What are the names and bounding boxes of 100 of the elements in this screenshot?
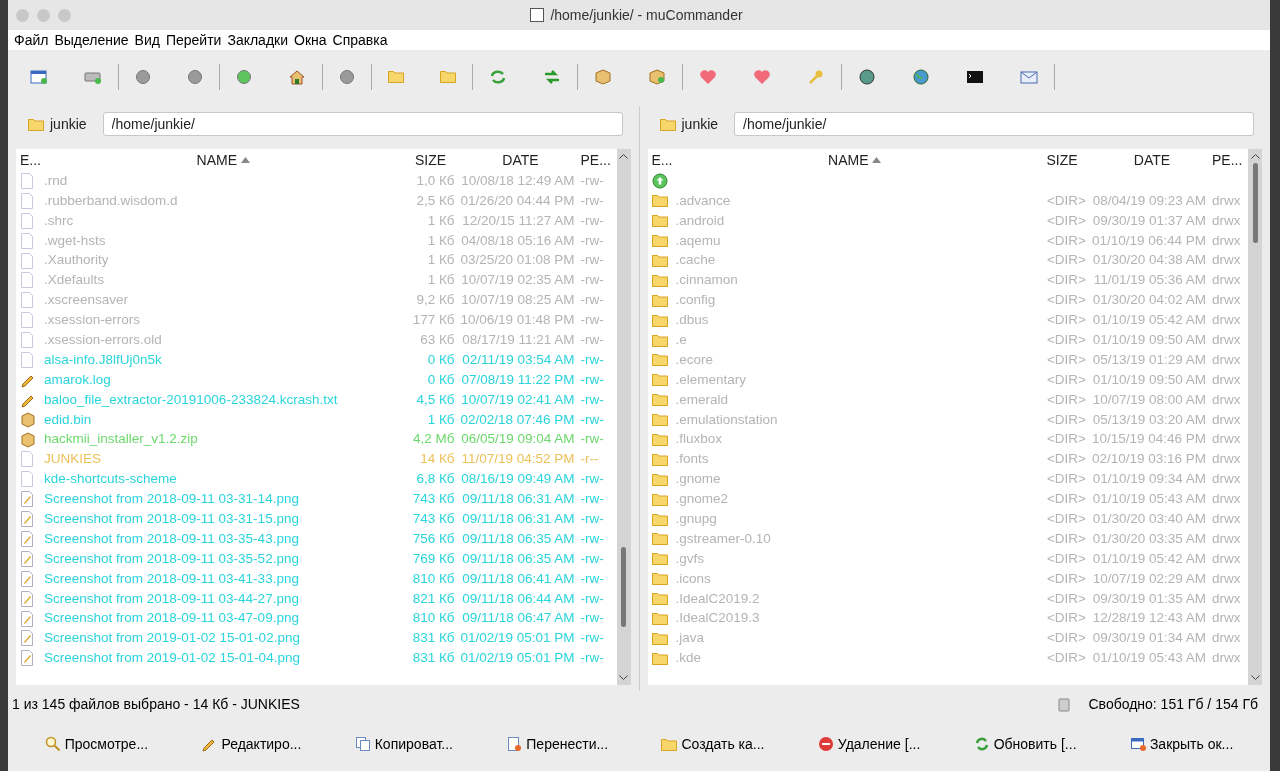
file-size: <DIR>: [1045, 649, 1086, 668]
column-header[interactable]: PE...: [580, 149, 617, 171]
menu-item[interactable]: Перейти: [165, 29, 222, 51]
column-header[interactable]: NAME: [677, 149, 1032, 171]
file-row[interactable]: .kde <DIR> 01/10/19 05:43 AM drwx: [647, 648, 1248, 669]
file-row[interactable]: .config <DIR> 01/30/20 04:02 AM drwx: [647, 290, 1248, 311]
email-icon[interactable]: [1020, 68, 1038, 85]
file-row[interactable]: .gstreamer-0.10 <DIR> 01/30/20 03:35 AM drwx: [647, 529, 1248, 549]
column-header[interactable]: DATE: [460, 149, 581, 171]
column-header[interactable]: E...: [647, 149, 678, 171]
terminal-icon[interactable]: [966, 68, 984, 85]
globe-icon[interactable]: [912, 68, 930, 85]
new-window-icon[interactable]: [30, 68, 48, 85]
home-icon[interactable]: [288, 68, 306, 85]
menu-item[interactable]: Файл: [14, 29, 49, 51]
refresh-icon[interactable]: [489, 68, 507, 85]
package-icon[interactable]: [594, 68, 612, 85]
file-row[interactable]: hackmii_installer_v1.2.zip 4,2 Мб 06/05/19 09:04 AM -rw-: [16, 429, 617, 450]
file-row[interactable]: .IdealC2019.2 <DIR> 09/30/19 01:35 AM drwx: [647, 588, 1248, 609]
path-field[interactable]: /home/junkie/: [734, 112, 1254, 136]
command-button[interactable]: Обновить [...: [965, 729, 1085, 759]
column-header[interactable]: DATE: [1092, 149, 1212, 171]
file-row[interactable]: .icons <DIR> 10/07/19 02:29 AM drwx: [647, 568, 1248, 589]
file-row[interactable]: .emulationstation <DIR> 05/13/19 03:20 AM drwx: [647, 409, 1248, 430]
scrollbar[interactable]: [1248, 149, 1262, 685]
column-header[interactable]: NAME: [46, 149, 401, 171]
command-button[interactable]: Перенести...: [498, 729, 617, 759]
heart-icon[interactable]: [753, 68, 771, 85]
file-row[interactable]: baloo_file_extractor-20191006-233824.kcrash.txt 4,5 Кб 10/07/19 02:41 AM -rw-: [16, 389, 617, 410]
folder-button[interactable]: junkie: [655, 113, 723, 135]
circle-icon[interactable]: [339, 68, 355, 85]
path-field[interactable]: /home/junkie/: [102, 112, 623, 136]
file-row[interactable]: .shrc 1 Кб 12/20/15 11:27 AM -rw-: [16, 210, 617, 231]
file-row[interactable]: .elementary <DIR> 01/10/19 09:50 AM drwx: [647, 369, 1248, 390]
menu-item[interactable]: Вид: [134, 29, 160, 51]
file-row[interactable]: .advance <DIR> 08/04/19 09:23 AM drwx: [647, 190, 1248, 211]
command-button[interactable]: Просмотре...: [36, 729, 157, 759]
file-row[interactable]: .android <DIR> 09/30/19 01:37 AM drwx: [647, 210, 1248, 231]
menu-item[interactable]: Окна: [294, 29, 327, 51]
file-row[interactable]: Screenshot from 2018-09-11 03-41-33.png 810 Кб 09/11/18 06:41 AM -rw-: [16, 568, 617, 589]
file-row[interactable]: .Xdefaults 1 Кб 10/07/19 02:35 AM -rw-: [16, 270, 617, 291]
file-row[interactable]: .java <DIR> 09/30/19 01:34 AM drwx: [647, 628, 1248, 649]
column-header[interactable]: SIZE: [1032, 149, 1092, 171]
file-row[interactable]: Screenshot from 2018-09-11 03-47-09.png 810 Кб 09/11/18 06:47 AM -rw-: [16, 608, 617, 629]
file-row[interactable]: .gnome2 <DIR> 01/10/19 05:43 AM drwx: [647, 489, 1248, 510]
file-row[interactable]: .aqemu <DIR> 01/10/19 06:44 PM drwx: [647, 230, 1248, 251]
scroll-down-icon[interactable]: [619, 675, 628, 681]
menu-item[interactable]: Закладки: [227, 29, 288, 51]
file-name: kde-shortcuts-scheme: [44, 470, 178, 489]
file-row[interactable]: .cache <DIR> 01/30/20 04:38 AM drwx: [647, 250, 1248, 271]
file-row[interactable]: .rnd 1,0 Кб 10/08/18 12:49 AM -rw-: [16, 171, 617, 191]
file-row[interactable]: .xscreensaver 9,2 Кб 10/07/19 08:25 AM -rw-: [16, 290, 617, 311]
command-button[interactable]: Копироват...: [346, 729, 461, 759]
file-row[interactable]: .wget-hsts 1 Кб 04/08/18 05:16 AM -rw-: [16, 230, 617, 251]
file-row[interactable]: .gnome <DIR> 01/10/19 09:34 AM drwx: [647, 469, 1248, 490]
command-button[interactable]: Закрыть ок...: [1121, 729, 1242, 759]
file-row[interactable]: Screenshot from 2018-09-11 03-31-15.png 743 Кб 09/11/18 06:31 AM -rw-: [16, 509, 617, 530]
column-header[interactable]: SIZE: [400, 149, 461, 171]
file-row[interactable]: .rubberband.wisdom.d 2,5 Кб 01/26/20 04:44 PM -rw-: [16, 190, 617, 211]
file-row[interactable]: kde-shortcuts-scheme 6,8 Кб 08/16/19 09:49 AM -rw-: [16, 469, 617, 490]
file-row[interactable]: .fluxbox <DIR> 10/15/19 04:46 PM drwx: [647, 429, 1248, 450]
heart-icon[interactable]: [699, 68, 717, 85]
file-row[interactable]: .IdealC2019.3 <DIR> 12/28/19 12:43 AM drwx: [647, 608, 1248, 629]
file-row[interactable]: alsa-info.J8lfUj0n5k 0 Кб 02/11/19 03:54 AM -rw-: [16, 350, 617, 370]
file-row[interactable]: .dbus <DIR> 01/10/19 05:42 AM drwx: [647, 310, 1248, 331]
file-row[interactable]: Screenshot from 2019-01-02 15-01-02.png 831 Кб 01/02/19 05:01 PM -rw-: [16, 628, 617, 649]
file-row[interactable]: Screenshot from 2018-09-11 03-31-14.png 743 Кб 09/11/18 06:31 AM -rw-: [16, 489, 617, 510]
file-row[interactable]: Screenshot from 2018-09-11 03-44-27.png 821 Кб 09/11/18 06:44 AM -rw-: [16, 588, 617, 609]
file-row[interactable]: .gnupg <DIR> 01/30/20 03:40 AM drwx: [647, 509, 1248, 530]
file-row[interactable]: Screenshot from 2018-09-11 03-35-43.png 756 Кб 09/11/18 06:35 AM -rw-: [16, 529, 617, 549]
command-button[interactable]: Удаление [...: [809, 729, 929, 759]
scroll-down-icon[interactable]: [1250, 675, 1260, 681]
file-row[interactable]: JUNKIES 14 Кб 11/07/19 04:52 PM -r--: [16, 449, 617, 470]
command-button[interactable]: Редактиро...: [193, 729, 310, 759]
folder-button[interactable]: junkie: [24, 113, 91, 135]
file-row[interactable]: edid.bin 1 Кб 02/02/18 07:46 PM -rw-: [16, 409, 617, 430]
circle-icon[interactable]: [135, 68, 151, 85]
file-row[interactable]: .xsession-errors 177 Кб 10/06/19 01:48 PM -rw-: [16, 310, 617, 331]
column-header[interactable]: E...: [16, 149, 46, 171]
scroll-up-icon[interactable]: [1250, 153, 1260, 159]
file-row[interactable]: .Xauthority 1 Кб 03/25/20 01:08 PM -rw-: [16, 250, 617, 271]
file-row[interactable]: .e <DIR> 01/10/19 09:50 AM drwx: [647, 330, 1248, 350]
menu-item[interactable]: Справка: [332, 29, 388, 51]
column-header[interactable]: PE...: [1212, 149, 1248, 171]
file-row[interactable]: .xsession-errors.old 63 Кб 08/17/19 11:21 AM -rw-: [16, 330, 617, 350]
scroll-up-icon[interactable]: [619, 153, 628, 159]
file-row[interactable]: amarok.log 0 Кб 07/08/19 11:22 PM -rw-: [16, 369, 617, 390]
file-row[interactable]: .fonts <DIR> 02/10/19 03:16 PM drwx: [647, 449, 1248, 470]
file-row[interactable]: Screenshot from 2019-01-02 15-01-04.png 831 Кб 01/02/19 05:01 PM -rw-: [16, 648, 617, 669]
package-icon[interactable]: [648, 68, 666, 85]
file-row[interactable]: .cinnamon <DIR> 11/01/19 05:36 AM drwx: [647, 270, 1248, 291]
file-row[interactable]: .gvfs <DIR> 01/10/19 05:42 AM drwx: [647, 548, 1248, 569]
file-row[interactable]: .emerald <DIR> 10/07/19 08:00 AM drwx: [647, 389, 1248, 410]
drive-icon[interactable]: [84, 69, 102, 84]
swap-icon[interactable]: [543, 68, 561, 85]
circle-icon[interactable]: [187, 68, 203, 85]
command-button[interactable]: Создать ка...: [653, 729, 773, 759]
menu-item[interactable]: Выделение: [54, 29, 129, 51]
file-row[interactable]: Screenshot from 2018-09-11 03-35-52.png 769 Кб 09/11/18 06:35 AM -rw-: [16, 548, 617, 569]
file-row[interactable]: .ecore <DIR> 05/13/19 01:29 AM drwx: [647, 350, 1248, 370]
